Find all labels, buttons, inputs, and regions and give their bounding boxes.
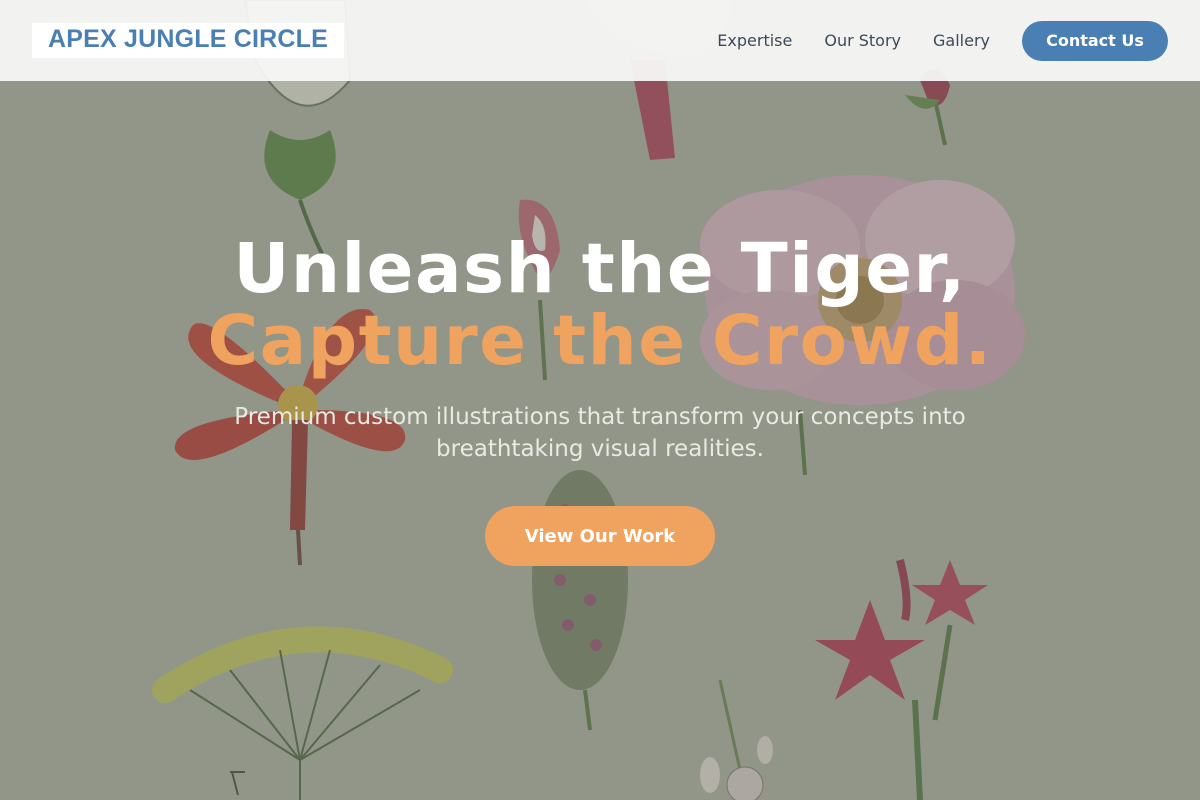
nav-link-gallery[interactable]: Gallery [933, 31, 990, 50]
hero-headline-line-2: Capture the Crowd. [207, 301, 993, 381]
nav-link-our-story[interactable]: Our Story [824, 31, 901, 50]
main-nav: Expertise Our Story Gallery Contact Us [717, 20, 1168, 61]
site-header: APEX JUNGLE CIRCLE Expertise Our Story G… [0, 0, 1200, 81]
view-our-work-button[interactable]: View Our Work [485, 506, 715, 566]
brand-logo[interactable]: APEX JUNGLE CIRCLE [32, 23, 345, 58]
hero-section: Unleash the Tiger, Capture the Crowd. Pr… [0, 81, 1200, 800]
landing-page: APEX JUNGLE CIRCLE Expertise Our Story G… [0, 0, 1200, 800]
hero-headline-line-1: Unleash the Tiger, [233, 229, 967, 309]
contact-us-button[interactable]: Contact Us [1022, 20, 1168, 61]
nav-link-expertise[interactable]: Expertise [717, 31, 792, 50]
hero-subtitle: Premium custom illustrations that transf… [234, 404, 966, 462]
